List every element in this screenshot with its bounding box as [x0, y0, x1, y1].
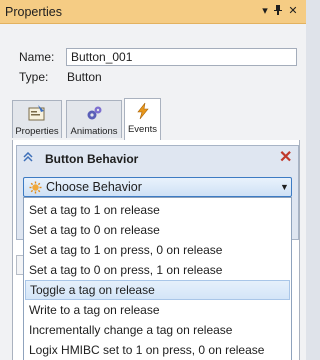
behavior-option[interactable]: Write to a tag on release — [25, 300, 290, 320]
animations-icon — [87, 106, 102, 120]
behavior-option[interactable]: Set a tag to 1 on release — [25, 200, 290, 220]
name-label: Name: — [19, 50, 55, 64]
button-behavior-title: Button Behavior — [45, 152, 139, 166]
behavior-options-list: Set a tag to 1 on release Set a tag to 0… — [23, 197, 292, 360]
lightning-icon — [136, 102, 149, 120]
properties-icon — [28, 105, 45, 121]
behavior-option[interactable]: Incrementally change a tag on release — [25, 320, 290, 340]
tab-events[interactable]: Events — [124, 98, 161, 141]
choose-behavior-dropdown[interactable]: Choose Behavior ▼ — [23, 177, 292, 197]
tab-animations[interactable]: Animations — [66, 100, 122, 138]
choose-behavior-label: Choose Behavior — [46, 180, 142, 194]
behavior-option[interactable]: Set a tag to 0 on press, 1 on release — [25, 260, 290, 280]
tab-properties-label: Properties — [15, 126, 59, 137]
remove-behavior-icon[interactable]: ✕ — [279, 147, 292, 167]
chevron-down-icon: ▼ — [280, 182, 289, 192]
dropdown-arrow-icon[interactable]: ▾ — [258, 4, 272, 19]
tab-animations-label: Animations — [70, 126, 118, 137]
behavior-option-highlighted[interactable]: Toggle a tag on release — [25, 280, 290, 300]
tab-strip: Properties Animations Events — [12, 98, 300, 141]
tab-properties[interactable]: Properties — [12, 100, 62, 138]
behavior-option[interactable]: Set a tag to 0 on release — [25, 220, 290, 240]
name-field[interactable] — [66, 48, 297, 66]
type-label: Type: — [19, 70, 49, 84]
type-value: Button — [67, 70, 102, 84]
collapse-chevron-icon[interactable] — [23, 152, 33, 162]
properties-title-bar: Properties ▾ ✕ — [0, 0, 306, 24]
close-panel-icon[interactable]: ✕ — [286, 4, 300, 19]
behavior-option[interactable]: Set a tag to 1 on press, 0 on release — [25, 240, 290, 260]
panel-title: Properties — [5, 5, 62, 19]
tab-events-label: Events — [127, 124, 158, 135]
behavior-option[interactable]: Logix HMIBC set to 1 on press, 0 on rele… — [25, 340, 290, 360]
pin-icon[interactable] — [271, 4, 285, 19]
gear-burst-icon — [29, 181, 42, 194]
